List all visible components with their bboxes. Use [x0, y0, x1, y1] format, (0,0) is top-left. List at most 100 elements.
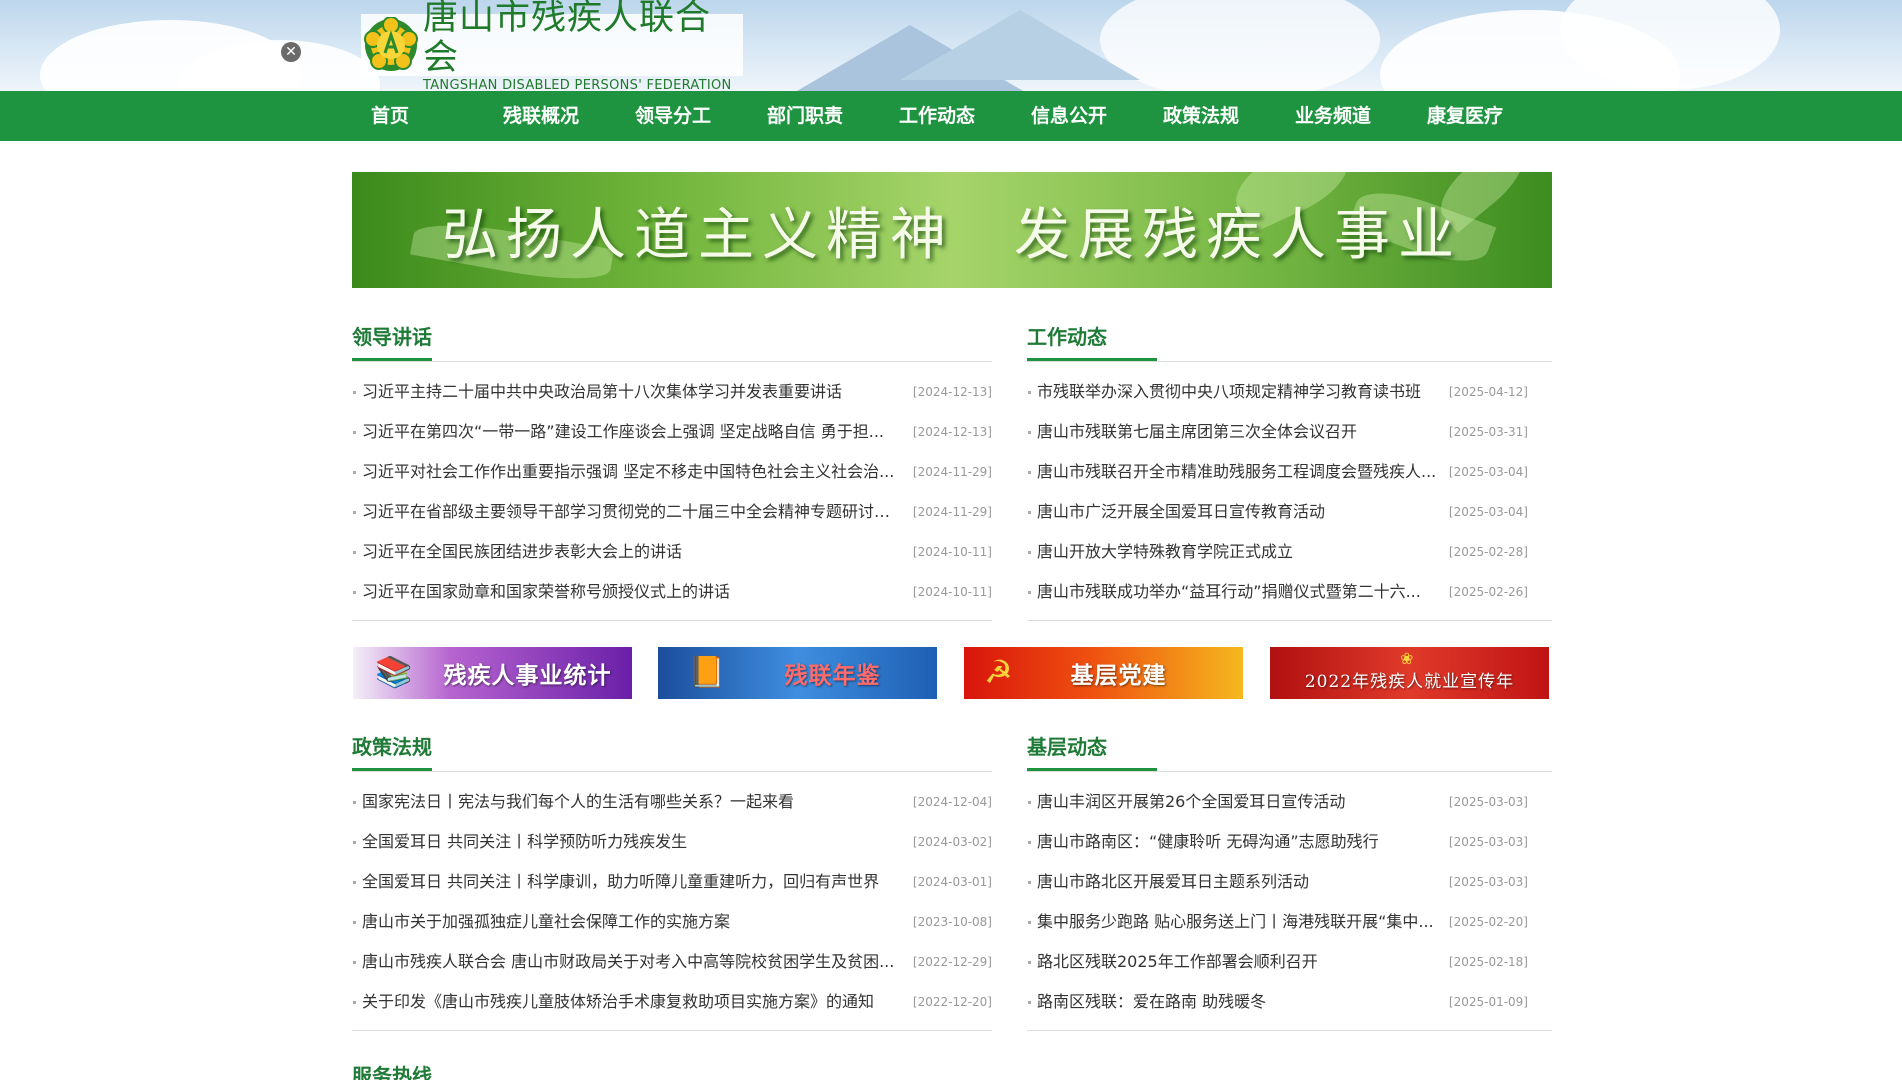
list-item[interactable]: 唐山市关于加强孤独症儿童社会保障工作的实施方案 [2023-10-08] [352, 902, 992, 942]
section-title[interactable]: 领导讲话 [352, 317, 432, 361]
nav-item-rehab[interactable]: 康复医疗 [1427, 91, 1503, 141]
nav-item-disclosure[interactable]: 信息公开 [1031, 91, 1107, 141]
news-title[interactable]: 唐山市残联成功举办“益耳行动”捐赠仪式暨第二十六... [1037, 572, 1457, 612]
list-item[interactable]: 唐山丰润区开展第26个全国爱耳日宣传活动 [2025-03-03] [1027, 782, 1552, 822]
news-title[interactable]: 习近平在第四次“一带一路”建设工作座谈会上强调 坚定战略自信 勇于担... [362, 412, 902, 452]
list-item[interactable]: 唐山市广泛开展全国爱耳日宣传教育活动 [2025-03-04] [1027, 492, 1552, 532]
news-title[interactable]: 国家宪法日丨宪法与我们每个人的生活有哪些关系？一起来看 [362, 782, 902, 822]
news-title[interactable]: 唐山市路南区：“健康聆听 无碍沟通”志愿助残行 [1037, 822, 1457, 862]
nav-item-overview[interactable]: 残联概况 [503, 91, 579, 141]
section-title[interactable]: 政策法规 [352, 727, 432, 771]
list-item[interactable]: 唐山市残联召开全市精准助残服务工程调度会暨残疾人... [2025-03-04] [1027, 452, 1552, 492]
news-date: [2023-10-08] [912, 915, 992, 929]
emblem-icon: ❀ [1400, 649, 1414, 668]
list-item[interactable]: 全国爱耳日 共同关注丨科学预防听力残疾发生 [2024-03-02] [352, 822, 992, 862]
list-item[interactable]: 路南区残联：爱在路南 助残暖冬 [2025-01-09] [1027, 982, 1552, 1022]
nav-item-leadership[interactable]: 领导分工 [635, 91, 711, 141]
list-item[interactable]: 市残联举办深入贯彻中央八项规定精神学习教育读书班 [2025-04-12] [1027, 372, 1552, 412]
news-list: 国家宪法日丨宪法与我们每个人的生活有哪些关系？一起来看 [2024-12-04] … [352, 782, 992, 1022]
nav-item-policy[interactable]: 政策法规 [1163, 91, 1239, 141]
section-header: 领导讲话 [352, 318, 992, 362]
section-divider [1027, 1030, 1552, 1031]
feature-banner-yearbook[interactable]: 📙 残联年鉴 [658, 647, 937, 699]
list-item[interactable]: 集中服务少跑路 贴心服务送上门丨海港残联开展“集中... [2025-02-20] [1027, 902, 1552, 942]
news-date: [2024-10-11] [912, 545, 992, 559]
news-title[interactable]: 习近平在省部级主要领导干部学习贯彻党的二十届三中全会精神专题研讨班... [362, 492, 902, 532]
close-icon[interactable]: ✕ [281, 42, 301, 62]
news-title[interactable]: 全国爱耳日 共同关注丨科学预防听力残疾发生 [362, 822, 902, 862]
news-title[interactable]: 唐山市关于加强孤独症儿童社会保障工作的实施方案 [362, 902, 902, 942]
news-title[interactable]: 习近平在全国民族团结进步表彰大会上的讲话 [362, 532, 902, 572]
news-title[interactable]: 唐山开放大学特殊教育学院正式成立 [1037, 532, 1457, 572]
bullet-icon [1028, 391, 1031, 394]
bullet-icon [353, 961, 356, 964]
list-item[interactable]: 习近平在省部级主要领导干部学习贯彻党的二十届三中全会精神专题研讨班... [202… [352, 492, 992, 532]
list-item[interactable]: 习近平主持二十届中共中央政治局第十八次集体学习并发表重要讲话 [2024-12-1… [352, 372, 992, 412]
feature-banner-employment-year[interactable]: ❀ 2022年残疾人就业宣传年 [1270, 647, 1549, 699]
list-item[interactable]: 习近平对社会工作作出重要指示强调 坚定不移走中国特色社会主义社会治... [202… [352, 452, 992, 492]
news-title[interactable]: 唐山市广泛开展全国爱耳日宣传教育活动 [1037, 492, 1457, 532]
list-item[interactable]: 唐山市残疾人联合会 唐山市财政局关于对考入中高等院校贫困学生及贫困... [202… [352, 942, 992, 982]
news-date: [2025-04-12] [1448, 385, 1528, 399]
feature-label: 2022年残疾人就业宣传年 [1304, 671, 1515, 692]
news-title[interactable]: 全国爱耳日 共同关注丨科学康训，助力听障儿童重建听力，回归有声世界 [362, 862, 902, 902]
news-date: [2025-03-04] [1448, 505, 1528, 519]
section-title[interactable]: 基层动态 [1027, 727, 1157, 771]
grassroots-section: 基层动态 唐山丰润区开展第26个全国爱耳日宣传活动 [2025-03-03] 唐山… [1027, 728, 1552, 1031]
feature-banner-statistics[interactable]: 📚 残疾人事业统计 [353, 647, 632, 699]
list-item[interactable]: 唐山市残联成功举办“益耳行动”捐赠仪式暨第二十六... [2025-02-26] [1027, 572, 1552, 612]
news-title[interactable]: 市残联举办深入贯彻中央八项规定精神学习教育读书班 [1037, 372, 1457, 412]
news-title[interactable]: 路北区残联2025年工作部署会顺利召开 [1037, 942, 1457, 982]
list-item[interactable]: 国家宪法日丨宪法与我们每个人的生活有哪些关系？一起来看 [2024-12-04] [352, 782, 992, 822]
list-item[interactable]: 路北区残联2025年工作部署会顺利召开 [2025-02-18] [1027, 942, 1552, 982]
bullet-icon [1028, 921, 1031, 924]
list-item[interactable]: 全国爱耳日 共同关注丨科学康训，助力听障儿童重建听力，回归有声世界 [2024-0… [352, 862, 992, 902]
bullet-icon [353, 551, 356, 554]
news-title[interactable]: 唐山市残联召开全市精准助残服务工程调度会暨残疾人... [1037, 452, 1457, 492]
bullet-icon [1028, 551, 1031, 554]
list-item[interactable]: 习近平在全国民族团结进步表彰大会上的讲话 [2024-10-11] [352, 532, 992, 572]
list-item[interactable]: 唐山市路北区开展爱耳日主题系列活动 [2025-03-03] [1027, 862, 1552, 902]
list-item[interactable]: 习近平在国家勋章和国家荣誉称号颁授仪式上的讲话 [2024-10-11] [352, 572, 992, 612]
news-date: [2024-11-29] [912, 465, 992, 479]
news-title[interactable]: 习近平主持二十届中共中央政治局第十八次集体学习并发表重要讲话 [362, 372, 902, 412]
list-item[interactable]: 唐山市路南区：“健康聆听 无碍沟通”志愿助残行 [2025-03-03] [1027, 822, 1552, 862]
news-date: [2025-02-28] [1448, 545, 1528, 559]
banner-slogan-line1: 弘扬人道主义精神 [442, 202, 954, 268]
service-hotline-title[interactable]: 服务热线 [352, 1060, 432, 1080]
news-title[interactable]: 习近平对社会工作作出重要指示强调 坚定不移走中国特色社会主义社会治... [362, 452, 902, 492]
list-item[interactable]: 关于印发《唐山市残疾儿童肢体矫治手术康复救助项目实施方案》的通知 [2022-12… [352, 982, 992, 1022]
news-title[interactable]: 关于印发《唐山市残疾儿童肢体矫治手术康复救助项目实施方案》的通知 [362, 982, 902, 1022]
news-title[interactable]: 习近平在国家勋章和国家荣誉称号颁授仪式上的讲话 [362, 572, 902, 612]
bullet-icon [1028, 881, 1031, 884]
news-date: [2025-02-20] [1448, 915, 1528, 929]
feature-banner-party-building[interactable]: ☭ 基层党建 [964, 647, 1243, 699]
policy-section: 政策法规 国家宪法日丨宪法与我们每个人的生活有哪些关系？一起来看 [2024-12… [352, 728, 992, 1031]
bullet-icon [353, 881, 356, 884]
feature-label: 基层党建 [1070, 663, 1167, 689]
bullet-icon [353, 391, 356, 394]
bullet-icon [353, 511, 356, 514]
news-title[interactable]: 集中服务少跑路 贴心服务送上门丨海港残联开展“集中... [1037, 902, 1457, 942]
section-header: 基层动态 [1027, 728, 1552, 772]
list-item[interactable]: 习近平在第四次“一带一路”建设工作座谈会上强调 坚定战略自信 勇于担... [20… [352, 412, 992, 452]
news-title[interactable]: 唐山丰润区开展第26个全国爱耳日宣传活动 [1037, 782, 1457, 822]
main-nav: 首页 残联概况 领导分工 部门职责 工作动态 信息公开 政策法规 业务频道 康复… [0, 91, 1902, 141]
nav-item-services[interactable]: 业务频道 [1295, 91, 1371, 141]
nav-item-work-news[interactable]: 工作动态 [899, 91, 975, 141]
bullet-icon [353, 841, 356, 844]
news-title[interactable]: 唐山市残疾人联合会 唐山市财政局关于对考入中高等院校贫困学生及贫困... [362, 942, 902, 982]
bullet-icon [1028, 471, 1031, 474]
bullet-icon [353, 921, 356, 924]
nav-item-departments[interactable]: 部门职责 [767, 91, 843, 141]
news-title[interactable]: 唐山市路北区开展爱耳日主题系列活动 [1037, 862, 1457, 902]
list-item[interactable]: 唐山开放大学特殊教育学院正式成立 [2025-02-28] [1027, 532, 1552, 572]
nav-item-home[interactable]: 首页 [371, 91, 409, 141]
section-divider [352, 620, 992, 621]
site-logo[interactable]: 唐山市残疾人联合会 TANGSHAN DISABLED PERSONS' FED… [361, 0, 743, 91]
slogan-banner: 弘扬人道主义精神 发展残疾人事业 [352, 172, 1552, 288]
list-item[interactable]: 唐山市残联第七届主席团第三次全体会议召开 [2025-03-31] [1027, 412, 1552, 452]
news-title[interactable]: 路南区残联：爱在路南 助残暖冬 [1037, 982, 1457, 1022]
section-title[interactable]: 工作动态 [1027, 317, 1157, 361]
news-title[interactable]: 唐山市残联第七届主席团第三次全体会议召开 [1037, 412, 1457, 452]
